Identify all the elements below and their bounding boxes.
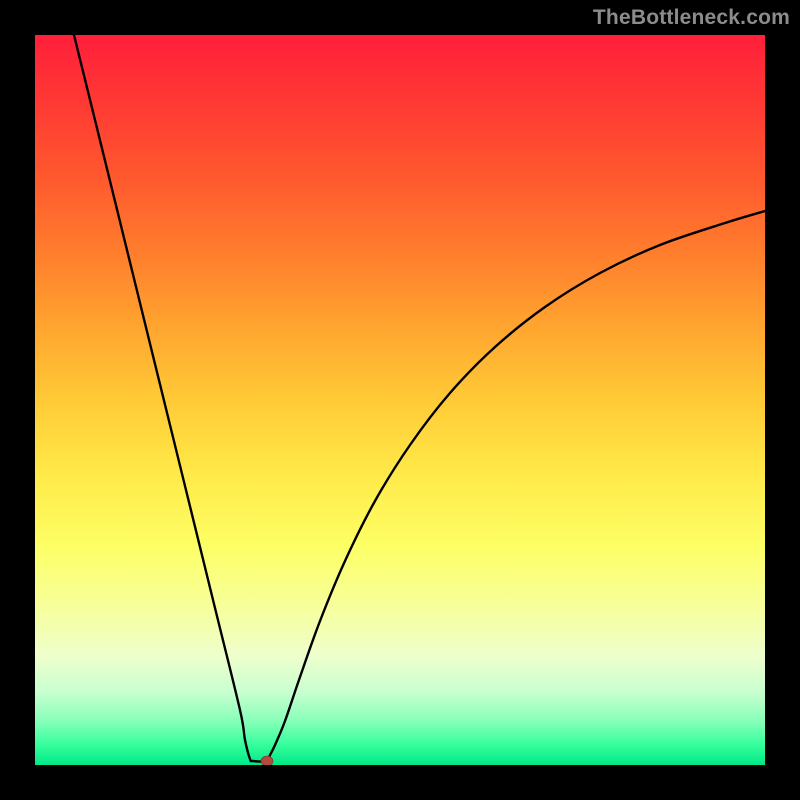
minimum-marker	[261, 756, 273, 765]
curve-svg	[35, 35, 765, 765]
chart-frame: TheBottleneck.com	[0, 0, 800, 800]
watermark-text: TheBottleneck.com	[593, 6, 790, 30]
plot-area	[35, 35, 765, 765]
bottleneck-curve	[74, 35, 765, 762]
